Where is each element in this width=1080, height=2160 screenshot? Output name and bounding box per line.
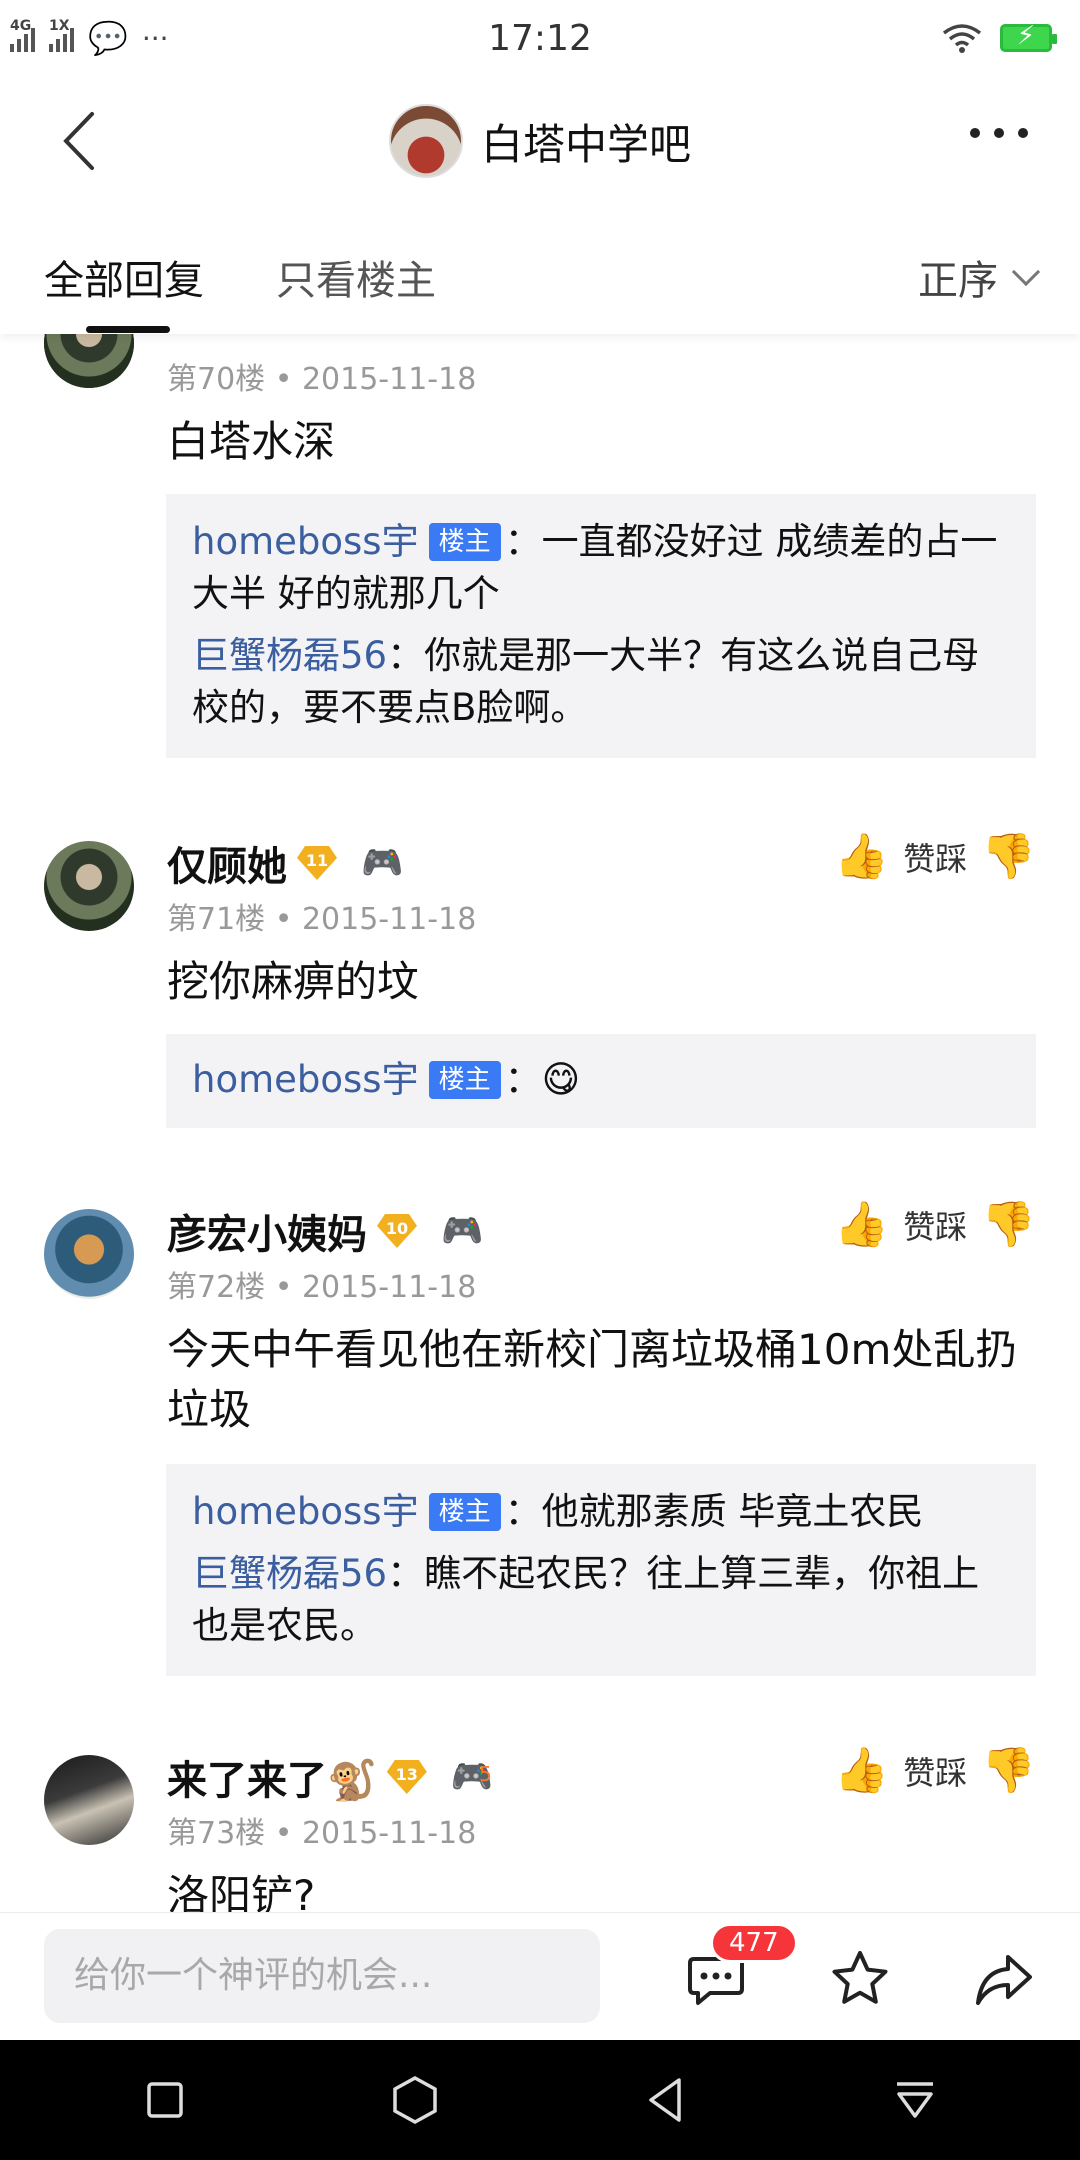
sort-dropdown[interactable]: 正序 [918,248,1041,306]
notification-pulldown-button[interactable] [885,2070,945,2130]
vote-group: 👍 赞踩 👎 [834,1202,1036,1248]
thumbs-down-icon[interactable]: 👎 [981,1749,1036,1793]
home-button[interactable] [385,2070,445,2130]
comment-input[interactable]: 给你一个神评的机会... [44,1929,600,2023]
user-row: 仅顾她 11 🎮 [167,834,403,892]
vote-group: 👍 赞踩 👎 [834,834,1036,880]
reply-text: 今天中午看见他在新校门离垃圾桶10m处乱扔垃圾 [167,1325,1018,1434]
owner-badge: 楼主 [428,1061,501,1099]
more-notifications-icon: ··· [141,21,169,55]
thumbs-down-icon[interactable]: 👎 [981,835,1036,879]
forum-avatar[interactable] [388,104,463,178]
more-options-button[interactable] [970,128,1028,138]
tab-all-replies[interactable]: 全部回复 [44,248,204,306]
floor-and-date: 第73楼 • 2015-11-18 [167,1816,477,1851]
game-controller-icon: 🎮 [361,843,404,883]
avatar[interactable] [44,841,134,931]
thumbs-down-icon[interactable]: 👎 [981,1203,1036,1247]
signal-4g-icon: 4G [10,18,35,52]
thumbs-up-icon[interactable]: 👍 [834,1749,889,1793]
wifi-icon [942,24,982,53]
active-tab-indicator [86,326,170,333]
vote-label: 赞踩 [903,1208,968,1246]
status-bar: 4G 1X 💬 ··· 17:12 ⚡ [0,0,1080,76]
sub-reply: homeboss宇 楼主 ：一直都没好过 成绩差的占一大半 好的就那几个 [192,516,1010,620]
sub-reply-author[interactable]: homeboss宇 [192,520,419,563]
vote-label: 赞踩 [903,840,968,878]
thumbs-up-icon[interactable]: 👍 [834,835,889,879]
floor-and-date: 第72楼 • 2015-11-18 [167,1270,477,1305]
avatar[interactable] [44,1209,134,1299]
page-title[interactable]: 白塔中学吧 [481,111,691,172]
username[interactable]: 仅顾她 [167,834,287,892]
user-row: 来了来了🐒 13 🎮 5 [167,1748,493,1806]
user-row: 彦宏小姨妈 10 🎮 [167,1202,483,1260]
recent-apps-button[interactable] [135,2070,195,2130]
signal-1x-icon: 1X [49,18,74,52]
level-badge: 10 [377,1214,417,1248]
reply-text: 挖你麻痹的坟 [167,957,420,1006]
sub-reply-author[interactable]: homeboss宇 [192,1490,419,1533]
sub-reply-author[interactable]: 巨蟹杨磊56 [192,634,387,677]
bottom-action-bar: 给你一个神评的机会... 477 [0,1912,1080,2040]
level-badge: 11 [297,846,337,880]
star-icon[interactable] [830,1949,890,2009]
reply-text: 洛阳铲? [167,1871,316,1912]
reply-filter-tabs: 全部回复 只看楼主 正序 [0,206,1080,334]
username[interactable]: 彦宏小姨妈 [167,1202,367,1260]
sub-reply: 巨蟹杨磊56：瞧不起农民？往上算三辈，你祖上也是农民。 [192,1548,1010,1652]
game-controller-icon: 🎮 [441,1211,484,1251]
sort-label: 正序 [918,258,998,304]
battery-icon: ⚡ [1000,21,1057,52]
sub-reply-author[interactable]: 巨蟹杨磊56 [192,1552,387,1595]
sub-reply-box[interactable]: homeboss宇 楼主 ：一直都没好过 成绩差的占一大半 好的就那几个 巨蟹杨磊5… [166,494,1036,758]
wechat-icon: 💬 [88,19,128,57]
back-button[interactable] [50,106,120,176]
sub-reply-box[interactable]: homeboss宇 楼主 ：他就那素质 毕竟土农民 巨蟹杨磊56：瞧不起农民？往上算… [166,1464,1036,1676]
vote-group: 👍 赞踩 👎 [834,1748,1036,1794]
sub-reply-text: ：他就那素质 毕竟土农民 [504,1490,924,1533]
sub-reply-author[interactable]: homeboss宇 [192,1058,419,1101]
sub-reply: 巨蟹杨磊56：你就是那一大半？有这么说自己母校的，要不要点B脸啊。 [192,630,1010,734]
floor-and-date: 第71楼 • 2015-11-18 [167,902,477,937]
owner-badge: 楼主 [428,1493,501,1531]
thumbs-up-icon[interactable]: 👍 [834,1203,889,1247]
system-nav-bar [0,2040,1080,2160]
vote-label: 赞踩 [903,1754,968,1792]
chevron-down-icon [1011,257,1041,287]
owner-badge: 楼主 [428,523,501,561]
floor-and-date: 第70楼 • 2015-11-18 [167,362,477,397]
sub-reply-box[interactable]: homeboss宇 楼主 ：😋 [166,1034,1036,1128]
avatar[interactable] [44,1755,134,1845]
share-icon[interactable] [974,1949,1034,2009]
reply-text: 白塔水深 [167,417,336,466]
comment-count-badge: 477 [710,1923,798,1963]
sub-reply-text: ：😋 [504,1058,581,1101]
title-bar: 白塔中学吧 [0,76,1080,206]
tab-owner-only[interactable]: 只看楼主 [276,248,436,306]
sub-reply: homeboss宇 楼主 ：他就那素质 毕竟土农民 [192,1486,1010,1538]
sub-reply: homeboss宇 楼主 ：😋 [192,1054,1010,1106]
avatar[interactable] [44,334,134,388]
username[interactable]: 来了来了🐒 [167,1748,377,1806]
reply-list[interactable]: 第70楼 • 2015-11-18 白塔水深 homeboss宇 楼主 ：一直都没好… [0,334,1080,1912]
game-level: 5 [479,1762,492,1786]
back-nav-button[interactable] [635,2070,695,2130]
level-badge: 13 [386,1760,427,1794]
